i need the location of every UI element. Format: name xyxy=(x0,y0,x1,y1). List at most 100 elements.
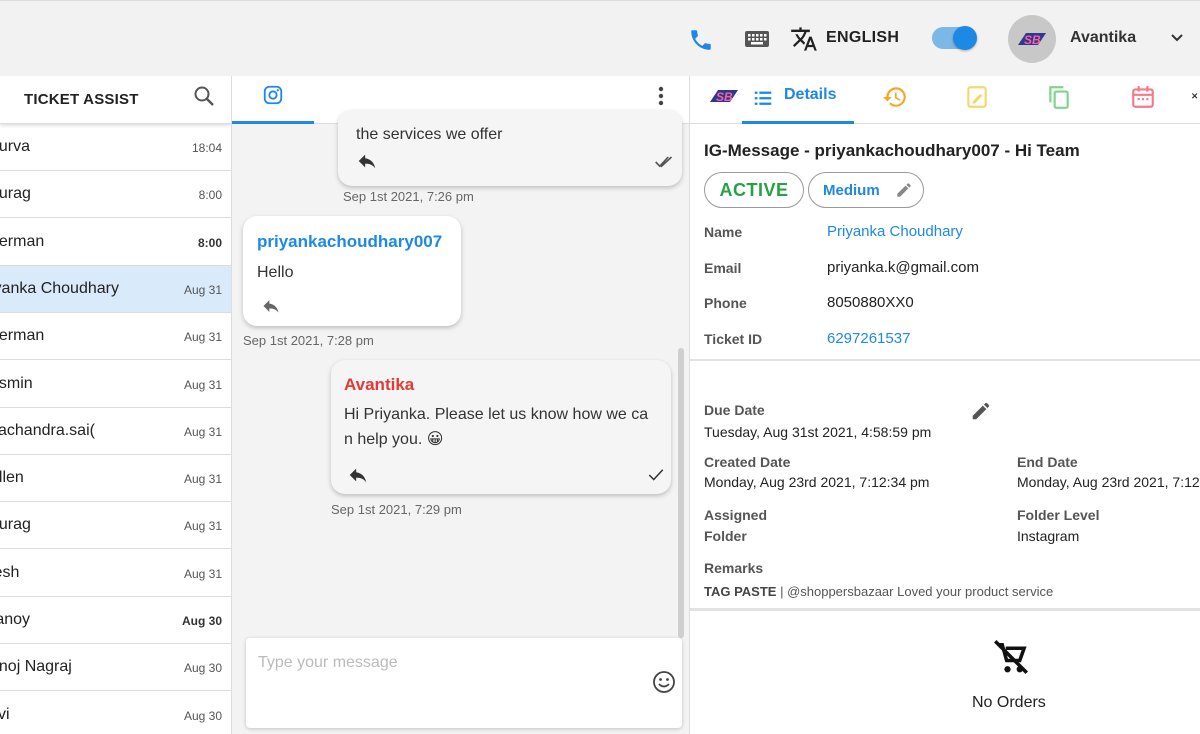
language-label[interactable]: ENGLISH xyxy=(826,29,899,47)
ticket-time: Aug 31 xyxy=(183,282,222,297)
ticket-customer-name: nurag xyxy=(0,185,31,203)
message-text-line: n help you. 😀 xyxy=(344,431,444,448)
ticket-list-item[interactable]: zvi Aug 30 xyxy=(0,692,231,734)
more-vertical-icon[interactable] xyxy=(656,84,666,108)
ticket-list-item[interactable]: ranoy Aug 30 xyxy=(0,597,231,644)
ticket-customer-name: zvi xyxy=(0,705,10,723)
ticket-list-item[interactable]: jesh Aug 31 xyxy=(0,550,231,597)
ticket-customer-name: nurag xyxy=(0,516,31,534)
message-bubble-outgoing: the services we offer xyxy=(338,110,682,186)
end-date-value: Monday, Aug 23rd 2021, 7:12 xyxy=(1017,474,1200,490)
field-label: Ticket ID xyxy=(704,330,763,347)
ticket-time: 18:04 xyxy=(191,141,222,155)
remarks-value: TAG PASTE | @shoppersbazaar Loved your p… xyxy=(704,584,1053,599)
field-value: priyanka.k@gmail.com xyxy=(827,258,979,276)
message-bubble-outgoing: Avantika Hi Priyanka. Please let us know… xyxy=(331,360,671,494)
user-name[interactable]: Avantika xyxy=(1070,29,1136,47)
tab-details[interactable]: Details xyxy=(784,86,836,104)
check-icon xyxy=(648,469,664,481)
ticket-list-item[interactable]: herman 8:00 xyxy=(0,219,231,266)
ticket-customer-name: herman xyxy=(0,232,45,250)
copy-icon[interactable] xyxy=(1046,84,1072,110)
brand-logo-icon: SB xyxy=(1018,33,1046,47)
due-date-label: Due Date xyxy=(704,402,765,418)
status-badge[interactable]: ACTIVE xyxy=(704,172,804,208)
reply-icon[interactable] xyxy=(261,296,281,316)
toggle-knob xyxy=(953,26,977,50)
ticket-customer-name: asmin xyxy=(0,374,33,392)
ticket-customer-name: ranoy xyxy=(0,611,31,628)
reply-icon[interactable] xyxy=(347,464,369,486)
close-icon[interactable] xyxy=(1190,84,1200,110)
emoji-icon[interactable] xyxy=(652,670,676,694)
field-label: Name xyxy=(704,224,743,240)
reply-icon[interactable] xyxy=(356,150,378,172)
priority-badge[interactable]: Medium xyxy=(808,172,924,208)
ticket-time: Aug 30 xyxy=(183,708,222,723)
assigned-folder-label-line2: Folder xyxy=(704,528,747,544)
message-input-placeholder: Type your message xyxy=(258,654,398,671)
status-toggle[interactable] xyxy=(932,26,977,50)
ticket-list-item[interactable]: vachandra.sai(Aug 31 xyxy=(0,408,231,455)
edit-pencil-icon[interactable] xyxy=(970,400,992,422)
field-value: 8050880XX0 xyxy=(827,294,914,311)
ticket-list-item[interactable]: anoj Nagraj Aug 30 xyxy=(0,644,231,692)
brand-logo-icon[interactable]: SB xyxy=(708,86,740,106)
ticket-list-item[interactable]: ourva 18:04 xyxy=(0,124,231,171)
top-bar: ENGLISH SB Avantika xyxy=(0,0,1200,76)
chevron-down-icon[interactable] xyxy=(1170,33,1184,43)
ticket-time: Aug 31 xyxy=(183,566,222,581)
message-sender: priyankachoudhary007 xyxy=(257,232,443,251)
ticket-list-item[interactable]: nurag 8:00 xyxy=(0,171,231,219)
message-text: Hello xyxy=(257,264,294,281)
field-value[interactable]: 6297261537 xyxy=(827,330,910,347)
ticket-list-item[interactable]: ellen Aug 31 xyxy=(0,455,231,503)
avatar[interactable]: SB xyxy=(1008,15,1056,63)
history-icon[interactable] xyxy=(882,84,908,110)
ticket-time: Aug 31 xyxy=(183,519,222,534)
instagram-tab-indicator xyxy=(232,121,314,124)
ticket-list-item[interactable]: asmin Aug 31 xyxy=(0,361,231,408)
details-panel: SB Details IG-Message - priyankachoudhar… xyxy=(690,76,1200,734)
ticket-customer-name: jesh xyxy=(0,563,20,581)
message-timestamp: Sep 1st 2021, 7:26 pm xyxy=(343,189,474,204)
phone-icon[interactable] xyxy=(688,27,714,53)
ticket-list-item[interactable]: herman Aug 31 xyxy=(0,313,231,361)
ticket-customer-name: anoj Nagraj xyxy=(0,658,72,676)
message-text-line: Hi Priyanka. Please let us know how we c… xyxy=(344,406,649,423)
section-divider xyxy=(690,608,1200,611)
ticket-time: Aug 30 xyxy=(183,661,222,676)
ticket-list-panel: TICKET ASSIST ourva 18:04 nurag 8:00 herman 8… xyxy=(0,76,232,734)
ticket-time: Aug 31 xyxy=(183,377,222,392)
message-input[interactable]: Type your message xyxy=(246,638,682,728)
instagram-icon[interactable] xyxy=(262,84,284,106)
translate-icon[interactable] xyxy=(790,25,818,53)
ticket-title: IG-Message - priyankachoudhary007 - Hi T… xyxy=(704,141,1080,160)
created-date-value: Monday, Aug 23rd 2021, 7:12:34 pm xyxy=(704,474,930,490)
chat-scrollbar[interactable] xyxy=(678,348,684,638)
message-bubble-incoming: priyankachoudhary007 Hello xyxy=(243,216,461,326)
keyboard-icon[interactable] xyxy=(744,29,770,49)
ticket-time: Aug 30 xyxy=(181,614,222,628)
ticket-list-item[interactable]: iyanka Choudhary Aug 31 xyxy=(0,265,231,313)
search-icon[interactable] xyxy=(192,84,216,108)
ticket-time: Aug 31 xyxy=(183,472,222,487)
remarks-tag: TAG PASTE xyxy=(704,584,777,599)
assigned-folder-label: Assigned xyxy=(704,507,768,523)
no-cart-icon xyxy=(994,640,1028,674)
field-label: Email xyxy=(704,259,742,276)
details-tab-indicator xyxy=(742,121,854,124)
edit-pencil-icon[interactable] xyxy=(895,181,913,199)
ticket-list-item[interactable]: nurag Aug 31 xyxy=(0,502,231,550)
clipboard-edit-icon[interactable] xyxy=(964,84,990,110)
priority-label: Medium xyxy=(823,181,880,199)
due-date-value: Tuesday, Aug 31st 2021, 4:58:59 pm xyxy=(704,424,932,440)
message-timestamp: Sep 1st 2021, 7:29 pm xyxy=(331,502,462,517)
list-icon xyxy=(754,91,772,105)
calendar-icon[interactable] xyxy=(1130,84,1156,110)
ticket-list-title: TICKET ASSIST xyxy=(24,91,139,108)
field-value[interactable]: Priyanka Choudhary xyxy=(827,223,963,240)
created-date-label: Created Date xyxy=(704,454,791,470)
ticket-time: 8:00 xyxy=(197,235,222,250)
ticket-customer-name: ourva xyxy=(0,138,31,155)
